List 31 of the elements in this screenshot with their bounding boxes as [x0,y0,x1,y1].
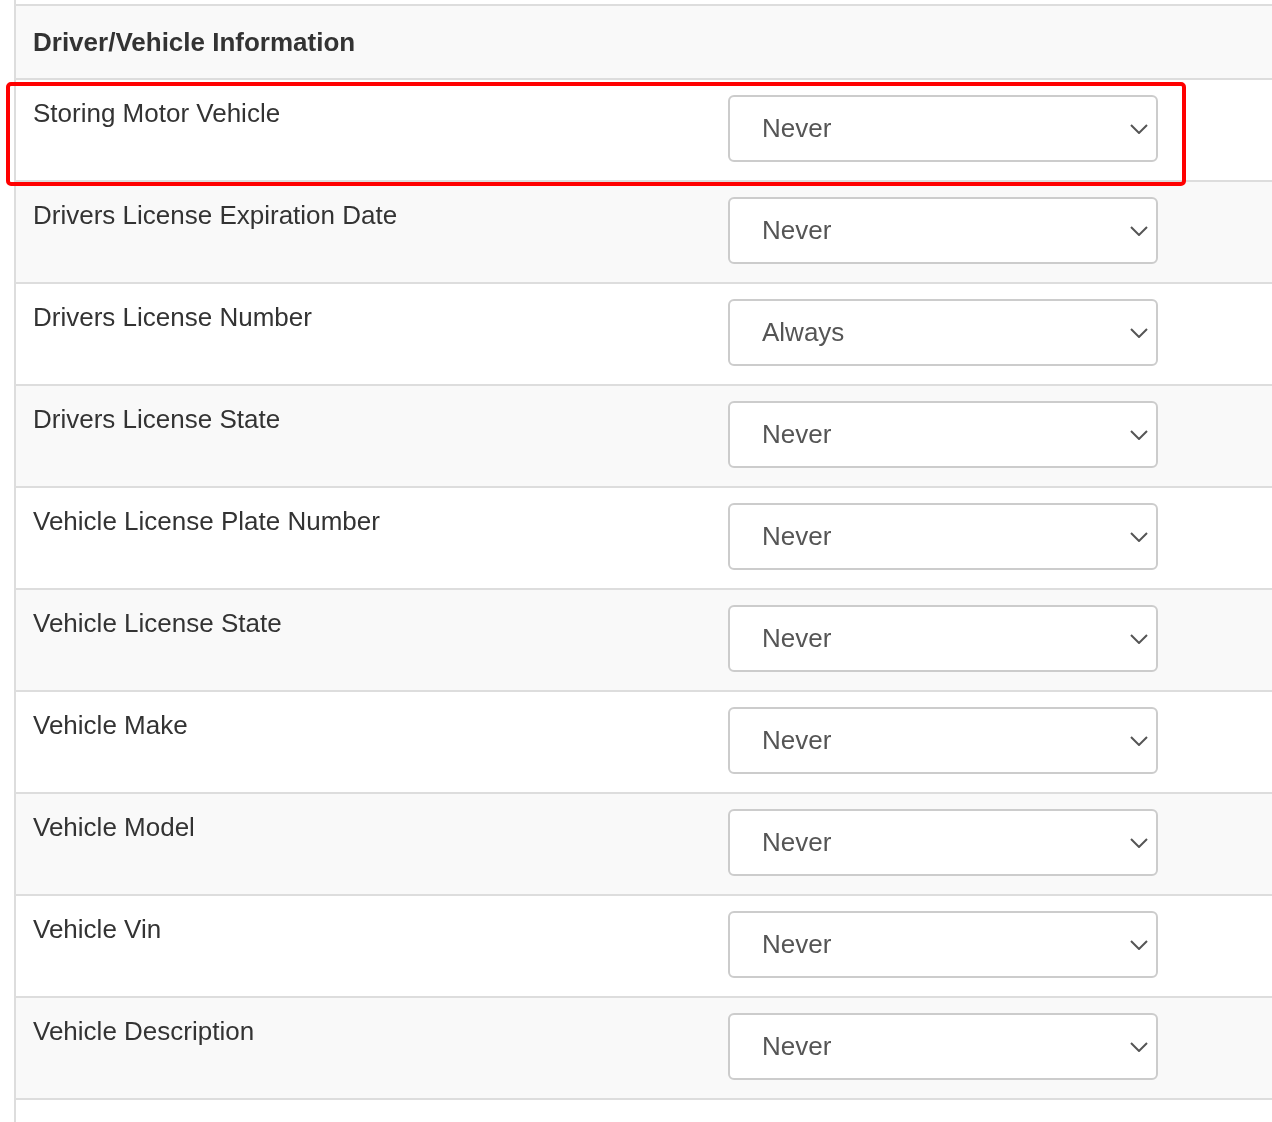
setting-label: Drivers License Number [33,302,313,333]
chevron-down-icon [1130,327,1148,338]
select-dropdown[interactable]: Never [728,1013,1158,1080]
select-dropdown[interactable]: Always [728,299,1158,366]
chevron-down-icon [1130,735,1148,746]
chevron-down-icon [1130,633,1148,644]
chevron-down-icon [1130,225,1148,236]
chevron-down-icon [1130,939,1148,950]
chevron-down-icon [1130,429,1148,440]
setting-label: Vehicle Vin [33,914,163,945]
setting-label: Vehicle Model [33,812,196,843]
select-dropdown[interactable]: Never [728,911,1158,978]
section-title: Driver/Vehicle Information [33,26,356,58]
setting-label: Drivers License State [33,404,282,435]
setting-label: Drivers License Expiration Date [33,200,399,231]
setting-label: Vehicle License State [33,608,283,639]
setting-label: Vehicle Description [33,1016,256,1047]
chevron-down-icon [1130,123,1148,134]
select-dropdown[interactable]: Never [728,197,1158,264]
chevron-down-icon [1130,1041,1148,1052]
chevron-down-icon [1130,531,1148,542]
chevron-down-icon [1130,837,1148,848]
setting-label: Storing Motor Vehicle [33,98,282,129]
select-dropdown[interactable]: Never [728,503,1158,570]
select-dropdown[interactable]: Never [728,809,1158,876]
select-dropdown[interactable]: Never [728,95,1158,162]
select-dropdown[interactable]: Never [728,401,1158,468]
select-dropdown[interactable]: Never [728,707,1158,774]
setting-label: Vehicle License Plate Number [33,506,381,537]
select-dropdown[interactable]: Never [728,605,1158,672]
setting-label: Vehicle Make [33,710,189,741]
